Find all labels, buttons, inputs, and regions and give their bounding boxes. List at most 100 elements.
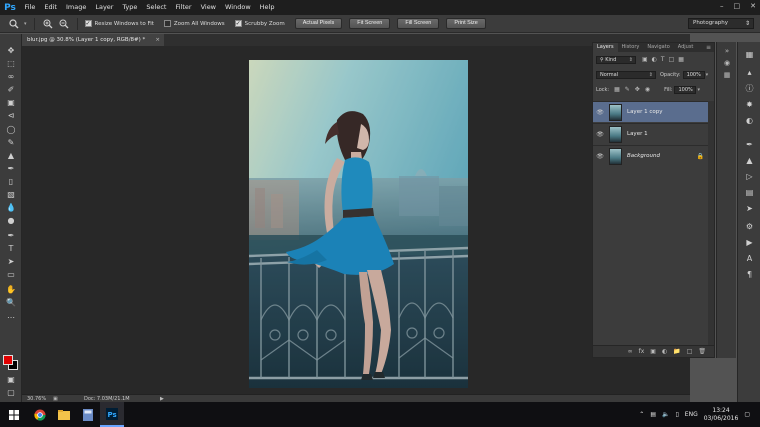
layer-name[interactable]: Layer 1 [627,131,648,137]
actual-pixels-button[interactable]: Actual Pixels [294,18,343,29]
network-icon[interactable]: ▤ [650,411,656,418]
file-explorer-icon[interactable] [52,402,76,427]
zoom-all-windows-checkbox[interactable]: Zoom All Windows [163,20,225,27]
new-layer-icon[interactable]: □ [687,348,693,355]
properties-icon[interactable]: ⚙ [743,220,756,232]
zoom-in-icon[interactable] [42,18,54,30]
type-tool-icon[interactable]: T [4,243,18,253]
screen-mode-icon[interactable]: ▢ [4,387,18,397]
workspace-select[interactable]: Photography ⇕ [688,18,754,29]
color-panel-icon[interactable]: ◉ [721,58,733,68]
lasso-tool-icon[interactable]: ∞ [4,71,18,81]
print-size-button[interactable]: Print Size [446,18,486,29]
tab-layers[interactable]: Layers [593,43,618,52]
marquee-tool-icon[interactable]: ⬚ [4,58,18,68]
crop-tool-icon[interactable]: ▣ [4,97,18,107]
menu-view[interactable]: View [196,0,220,15]
hand-tool-icon[interactable]: ✋ [4,284,18,294]
minimize-icon[interactable]: – [720,2,724,10]
layer-row[interactable]: 👁 Layer 1 copy [593,101,714,122]
close-tab-icon[interactable]: × [155,34,160,46]
zoom-tool-icon[interactable] [8,18,20,30]
channels-icon[interactable]: ▤ [743,186,756,198]
timeline-icon[interactable]: ▷ [743,170,756,182]
opacity-field[interactable]: 100% [682,70,705,79]
layer-name[interactable]: Background [627,153,660,159]
clock[interactable]: 13:24 03/06/2016 [704,407,739,423]
menu-type[interactable]: Type [118,0,142,15]
chrome-icon[interactable] [28,402,52,427]
menu-help[interactable]: Help [255,0,279,15]
photoshop-taskbar-icon[interactable]: Ps [100,402,124,427]
layer-style-icon[interactable]: fx [639,348,645,355]
visibility-eye-icon[interactable]: 👁 [593,109,607,116]
type-filter-icon[interactable]: T [661,56,665,63]
windows-start-icon[interactable] [0,402,28,427]
menu-layer[interactable]: Layer [91,0,118,15]
pixel-filter-icon[interactable]: ▣ [642,56,648,63]
tab-navigator[interactable]: Navigato [643,43,673,52]
gradient-tool-icon[interactable]: ▧ [4,189,18,199]
menu-file[interactable]: File [20,0,40,15]
adjustment-layer-icon[interactable]: ◐ [662,348,667,355]
layers-panel-icon[interactable]: ▦ [743,48,756,60]
layers-scrollbar[interactable] [708,101,714,345]
layer-row[interactable]: 👁 Layer 1 [593,123,714,144]
volume-icon[interactable]: 🔈 [662,411,669,418]
clone-stamp-tool-icon[interactable]: ▲ [4,150,18,160]
fill-screen-button[interactable]: Fill Screen [397,18,440,29]
fill-dropdown-icon[interactable]: ▾ [697,87,700,93]
layer-name[interactable]: Layer 1 copy [627,109,662,115]
foreground-color-swatch[interactable] [3,355,13,365]
visibility-eye-icon[interactable]: 👁 [593,131,607,138]
new-group-icon[interactable]: 📁 [673,348,680,355]
delete-layer-icon[interactable]: 🗑 [698,348,706,355]
battery-icon[interactable]: ▯ [675,411,678,418]
swatches-panel-icon[interactable]: ▦ [721,70,733,80]
kind-filter-select[interactable]: ⚲ Kind ⇕ [596,55,636,64]
blur-tool-icon[interactable]: 💧 [4,202,18,212]
path-selection-tool-icon[interactable]: ➤ [4,256,18,266]
brush-panel-icon[interactable]: ✒ [743,138,756,150]
panel-menu-icon[interactable]: ≡ [706,43,711,52]
link-layers-icon[interactable]: ∞ [628,348,633,355]
visibility-eye-icon[interactable]: 👁 [593,153,607,160]
actions-icon[interactable]: ▶ [743,236,756,248]
move-tool-icon[interactable]: ✥ [4,45,18,55]
character-icon[interactable]: A [743,252,756,264]
fit-screen-button[interactable]: Fit Screen [349,18,391,29]
paths-icon[interactable]: ➤ [743,202,756,214]
menu-select[interactable]: Select [142,0,171,15]
brush-tool-icon[interactable]: ✎ [4,137,18,147]
edit-toolbar-icon[interactable]: ⋯ [4,312,18,322]
eraser-tool-icon[interactable]: ▯ [4,176,18,186]
menu-image[interactable]: Image [61,0,90,15]
layer-row[interactable]: 👁 Background 🔒 [593,145,714,166]
document-tab[interactable]: blur.jpg @ 30.8% (Layer 1 copy, RGB/8#) … [22,34,164,46]
pen-tool-icon[interactable]: ✒ [4,230,18,240]
show-hidden-icons-icon[interactable]: ⌃ [639,411,644,418]
scrubby-zoom-checkbox[interactable]: ✓ Scrubby Zoom [234,20,285,27]
calculator-icon[interactable] [76,402,100,427]
opacity-dropdown-icon[interactable]: ▾ [706,72,709,78]
add-mask-icon[interactable]: ▣ [650,348,656,355]
dodge-tool-icon[interactable]: ● [4,215,18,225]
zoom-out-icon[interactable] [58,18,70,30]
quick-mask-icon[interactable]: ▣ [4,374,18,384]
healing-brush-tool-icon[interactable]: ◯ [4,124,18,134]
menu-filter[interactable]: Filter [171,0,196,15]
info-icon[interactable]: ⓘ [743,82,756,94]
collapse-arrows-icon[interactable]: » [721,46,733,56]
clone-source-icon[interactable]: ▲ [743,154,756,166]
rectangle-tool-icon[interactable]: ▭ [4,269,18,279]
notifications-icon[interactable]: ▢ [744,411,750,418]
resize-windows-checkbox[interactable]: ✓ Resize Windows to Fit [84,20,154,27]
tab-adjustments[interactable]: Adjust [674,43,698,52]
lock-pixels-icon[interactable]: ✎ [625,86,630,93]
menu-window[interactable]: Window [221,0,256,15]
color-wheel-icon[interactable]: ✸ [743,98,756,110]
zoom-tool-icon[interactable]: 🔍 [4,297,18,307]
histogram-icon[interactable]: ▴ [743,66,756,78]
lock-position-icon[interactable]: ✥ [635,86,640,93]
blend-mode-select[interactable]: Normal ⇕ [596,70,656,79]
